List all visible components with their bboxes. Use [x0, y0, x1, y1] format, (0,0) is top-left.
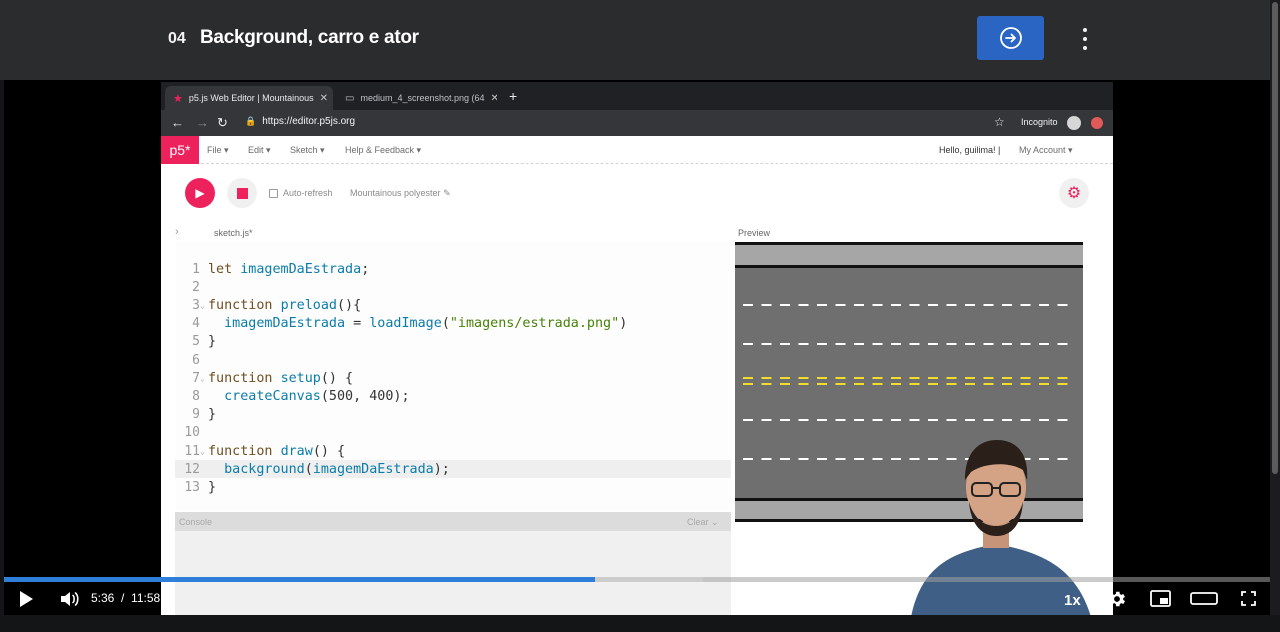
settings-button[interactable] [1107, 589, 1127, 614]
code-line: 9} [192, 407, 217, 423]
chevron-right-icon: › [175, 226, 179, 238]
code-line: 2 [192, 279, 200, 295]
browser-tabstrip: ★ p5.js Web Editor | Mountainous ✕ ▭ med… [161, 82, 1113, 110]
volume-icon [61, 592, 79, 606]
browser-tab-active: ★ p5.js Web Editor | Mountainous ✕ [165, 86, 333, 110]
tab-title: medium_4_screenshot.png (64 [360, 93, 485, 103]
incognito-label: Incognito [1021, 117, 1058, 127]
console-bar: Console Clear ⌄ [175, 512, 731, 531]
fullscreen-icon [1241, 591, 1256, 606]
file-name: sketch.js* [214, 228, 253, 238]
back-icon: ← [171, 115, 184, 130]
browser-urlbar: ← → ↻ 🔒 https://editor.p5js.org ☆ Incogn… [161, 110, 1113, 136]
p5-nav: p5* File ▾ Edit ▾ Sketch ▾ Help & Feedba… [161, 136, 1113, 164]
play-button[interactable] [18, 590, 34, 613]
file-icon: ▭ [345, 92, 355, 104]
lesson-number: 04 [168, 30, 186, 47]
p5-logo: p5* [161, 136, 199, 164]
forward-icon: → [196, 115, 209, 130]
p5-star-icon: ★ [173, 92, 183, 105]
reload-icon: ↻ [217, 115, 228, 130]
volume-button[interactable] [60, 590, 80, 613]
close-icon: ✕ [319, 92, 329, 104]
theater-icon [1190, 592, 1218, 605]
gear-icon: ⚙ [1059, 178, 1089, 208]
code-line: 5} [192, 334, 217, 350]
code-line: 8 createCanvas(500, 400); [192, 388, 410, 404]
bookmark-icon: ☆ [994, 115, 1005, 129]
code-line: 7 ⌄ function setup() { [192, 370, 354, 386]
play-icon [20, 591, 33, 607]
code-line: 13} [184, 479, 217, 495]
hello-user: Hello, guilima! | [939, 145, 1001, 155]
url-text: 🔒 https://editor.p5js.org [245, 116, 356, 127]
code-line: 10 [184, 425, 200, 441]
progress-played [4, 577, 596, 582]
console-body [175, 531, 731, 615]
menu-sketch: Sketch ▾ [290, 145, 325, 155]
play-sketch-icon: ▶ [185, 178, 215, 208]
kebab-icon [1083, 28, 1087, 32]
lesson-title: Background, carro e ator [200, 27, 419, 48]
stop-sketch-icon [227, 178, 257, 208]
sketch-name: Mountainous polyester ✎ [350, 188, 451, 198]
code-editor: 1 let imagemDaEstrada; 2 3 ⌄ function preload… [175, 242, 731, 510]
code-line: 4 imagemDaEstrada = loadImage("imagens/e… [192, 316, 628, 332]
code-line: 12 background(imagemDaEstrada); [175, 460, 731, 479]
next-lesson-button[interactable] [977, 16, 1044, 60]
menu-file: File ▾ [207, 145, 229, 155]
menu-help: Help & Feedback ▾ [345, 145, 422, 155]
code-line: 3 ⌄ function preload(){ [192, 297, 362, 313]
menu-edit: Edit ▾ [248, 145, 271, 155]
video-player[interactable]: ★ p5.js Web Editor | Mountainous ✕ ▭ med… [4, 80, 1270, 615]
more-options-button[interactable] [1075, 26, 1095, 52]
bottom-strip [0, 615, 1280, 632]
presenter-webcam [911, 440, 1091, 615]
theater-mode-button[interactable] [1190, 592, 1218, 610]
record-icon [1091, 117, 1103, 129]
new-tab-icon: + [509, 88, 518, 104]
preview-label: Preview [738, 228, 771, 238]
file-bar: › sketch.js* Preview [161, 224, 1113, 242]
video-browser-frame: ★ p5.js Web Editor | Mountainous ✕ ▭ med… [161, 82, 1113, 615]
lock-icon: 🔒 [245, 116, 257, 126]
lesson-header: 04 Background, carro e ator [0, 0, 1280, 80]
playback-speed-button[interactable]: 1x [1064, 592, 1081, 609]
auto-refresh-checkbox: Auto-refresh [269, 188, 333, 198]
gear-icon [1110, 591, 1125, 607]
p5-toolbar: ▶ Auto-refresh Mountainous polyester ✎ ⚙ [161, 164, 1113, 224]
account-menu: My Account ▾ [1019, 145, 1073, 155]
arrow-right-circle-icon [999, 27, 1022, 49]
picture-in-picture-icon [1150, 590, 1171, 607]
time-display: 5:36 / 11:58 [91, 591, 161, 605]
fullscreen-button[interactable] [1241, 591, 1256, 611]
code-line: 11 ⌄ function draw() { [184, 443, 346, 459]
page-scrollbar-thumb[interactable] [1272, 2, 1278, 474]
picture-in-picture-button[interactable] [1150, 590, 1171, 612]
code-line: 1 let imagemDaEstrada; [192, 261, 370, 277]
incognito-icon [1067, 116, 1081, 130]
browser-tab: ▭ medium_4_screenshot.png (64 ✕ [337, 86, 497, 110]
close-icon: ✕ [490, 92, 497, 104]
tab-title: p5.js Web Editor | Mountainous [188, 93, 314, 103]
code-line: 6 [192, 352, 200, 368]
